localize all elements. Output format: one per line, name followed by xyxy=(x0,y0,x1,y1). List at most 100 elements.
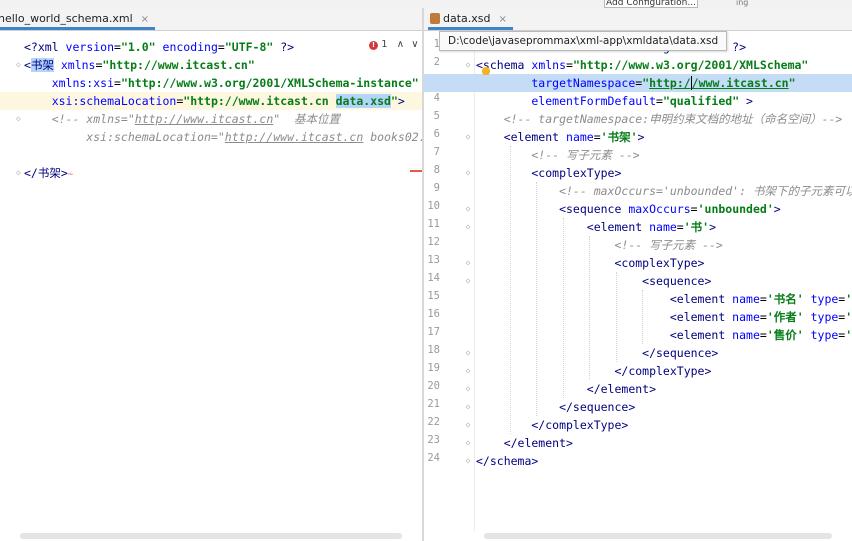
code-line[interactable]: <element name='作者' type='string'/> xyxy=(424,308,852,326)
code-line[interactable]: </书架>~ xyxy=(0,164,422,182)
code-text: elementFormDefault="qualified" > xyxy=(476,92,753,110)
code-line[interactable]: <sequence maxOccurs='unbounded'> xyxy=(424,200,852,218)
code-text: <sequence> xyxy=(476,272,711,290)
code-token: data.xsd xyxy=(335,94,391,108)
code-line[interactable]: <element name='书架'> xyxy=(424,128,852,146)
code-token: <element xyxy=(476,220,643,234)
code-text: <!-- xmlns="http://www.itcast.cn" 基本位置 xyxy=(24,110,340,128)
code-token: = xyxy=(759,292,767,306)
code-token: '售价' xyxy=(766,328,804,342)
code-token: <?xml xyxy=(24,40,66,54)
error-stripe-mark[interactable] xyxy=(410,170,422,172)
code-token: " xyxy=(788,76,796,90)
code-token: <element xyxy=(476,328,726,342)
code-token: = xyxy=(759,310,767,324)
code-line[interactable]: <!-- targetNamespace:申明约束文档的地址（命名空间）--> xyxy=(424,110,852,128)
code-line[interactable]: </schema> xyxy=(424,452,852,470)
code-token: > xyxy=(637,130,645,144)
code-token: < xyxy=(24,58,31,72)
code-token: version xyxy=(65,40,115,54)
code-token: xmlns:xsi xyxy=(24,76,115,90)
code-token: 书架 xyxy=(30,58,54,72)
fold-marker-icon[interactable]: ◇ xyxy=(16,110,24,128)
code-line[interactable]: <!-- 写子元素 --> xyxy=(424,146,852,164)
code-token: " xyxy=(390,94,398,108)
code-line[interactable]: </complexType> xyxy=(424,362,852,380)
indent-guide xyxy=(510,146,511,434)
code-token: name xyxy=(725,328,760,342)
code-token: xsi:schemaLocation xyxy=(24,94,177,108)
code-token: name xyxy=(725,310,760,324)
code-text: <element name='书'> xyxy=(476,218,716,236)
lightbulb-icon[interactable] xyxy=(482,67,490,75)
code-token: > xyxy=(773,202,781,216)
code-token: <!-- 写子元素 --> xyxy=(476,148,640,162)
tab-data-xsd[interactable]: data.xsd × xyxy=(428,8,513,30)
code-line[interactable]: targetNamespace="http://www.itcast.cn" xyxy=(424,74,852,92)
code-line[interactable]: <!-- 写子元素 --> xyxy=(424,236,852,254)
code-line[interactable]: </sequence> xyxy=(424,344,852,362)
code-text: <!-- 写子元素 --> xyxy=(476,236,722,254)
code-text: </sequence> xyxy=(476,344,718,362)
code-line[interactable]: <书架 xmlns="http://www.itcast.cn" xyxy=(0,56,422,74)
code-token: = xyxy=(676,220,684,234)
code-line[interactable]: <!-- maxOccurs='unbounded': 书架下的子元素可以有任意… xyxy=(424,182,852,200)
code-text: <complexType> xyxy=(476,164,621,182)
code-token: xmlns xyxy=(53,58,96,72)
code-line[interactable]: xsi:schemaLocation="http://www.itcast.cn… xyxy=(0,92,422,110)
code-text: <!-- 写子元素 --> xyxy=(476,146,640,164)
code-line[interactable]: <complexType> xyxy=(424,254,852,272)
code-text: <element name='书架'> xyxy=(476,128,645,146)
code-token: encoding xyxy=(162,40,218,54)
code-text: <!-- targetNamespace:申明约束文档的地址（命名空间）--> xyxy=(476,110,843,128)
left-horizontal-scrollbar[interactable] xyxy=(20,533,402,539)
toolbar-misc-text: ing xyxy=(736,0,749,7)
code-token: xsi:schemaLocation=" xyxy=(24,130,225,144)
tab-label: hello_world_schema.xml xyxy=(0,12,133,25)
code-token: http://www.itcast.cn xyxy=(134,112,274,126)
code-token: </sequence> xyxy=(476,346,719,360)
close-icon[interactable]: × xyxy=(499,14,507,25)
code-line[interactable]: <element name='书'> xyxy=(424,218,852,236)
right-horizontal-scrollbar[interactable] xyxy=(484,533,832,539)
code-text: </complexType> xyxy=(476,362,711,380)
code-token: <element xyxy=(476,130,560,144)
code-token: <!-- maxOccurs='unbounded': 书架下的子元素可以有任意… xyxy=(559,184,852,198)
code-token: '书架' xyxy=(600,130,638,144)
fold-marker-icon[interactable]: ◇ xyxy=(16,56,24,74)
code-line[interactable]: <!-- xmlns="http://www.itcast.cn" 基本位置 xyxy=(0,110,422,128)
code-line[interactable]: <element name='书名' type='string'/> xyxy=(424,290,852,308)
fold-marker-icon[interactable]: ◇ xyxy=(16,164,24,182)
top-toolbar-strip xyxy=(0,0,852,8)
code-line[interactable]: </element> xyxy=(424,380,852,398)
code-token: > xyxy=(709,220,717,234)
code-line[interactable] xyxy=(0,146,422,164)
indent-guide xyxy=(536,182,537,416)
code-line[interactable]: xmlns:xsi="http://www.w3.org/2001/XMLSch… xyxy=(0,74,422,92)
code-line[interactable]: </complexType> xyxy=(424,416,852,434)
code-text: </complexType> xyxy=(476,416,628,434)
add-configuration-button[interactable]: Add Configuration... xyxy=(604,0,698,8)
code-text: <书架 xmlns="http://www.itcast.cn" xyxy=(24,56,255,74)
code-line[interactable]: elementFormDefault="qualified" > xyxy=(424,92,852,110)
xsd-file-icon xyxy=(430,13,440,24)
code-token: xmlns xyxy=(524,58,567,72)
code-line[interactable]: <sequence> xyxy=(424,272,852,290)
code-line[interactable]: xsi:schemaLocation="http://www.itcast.cn… xyxy=(0,128,422,146)
code-line[interactable]: <element name='售价' type='double'/> xyxy=(424,326,852,344)
code-line[interactable]: <complexType> xyxy=(424,164,852,182)
code-token: /www.itcast.cn xyxy=(691,76,789,90)
code-line[interactable]: </sequence> xyxy=(424,398,852,416)
code-token: type xyxy=(803,310,839,324)
code-token: = xyxy=(217,40,225,54)
tab-hello-world-schema[interactable]: hello_world_schema.xml × xyxy=(0,8,156,30)
right-editor-pane: data.xsd× 123456789101112131415161718192… xyxy=(424,8,852,541)
code-token: </complexType> xyxy=(476,364,712,378)
code-token: </sequence> xyxy=(476,400,636,414)
close-icon[interactable]: × xyxy=(141,14,149,25)
code-line[interactable]: <?xml version="1.0" encoding="UTF-8" ?> xyxy=(0,38,422,56)
code-token: = xyxy=(656,94,663,108)
code-line[interactable]: </element> xyxy=(424,434,852,452)
code-token: type xyxy=(803,292,839,306)
code-token: <!-- targetNamespace:申明约束文档的地址（命名空间）--> xyxy=(476,112,843,126)
